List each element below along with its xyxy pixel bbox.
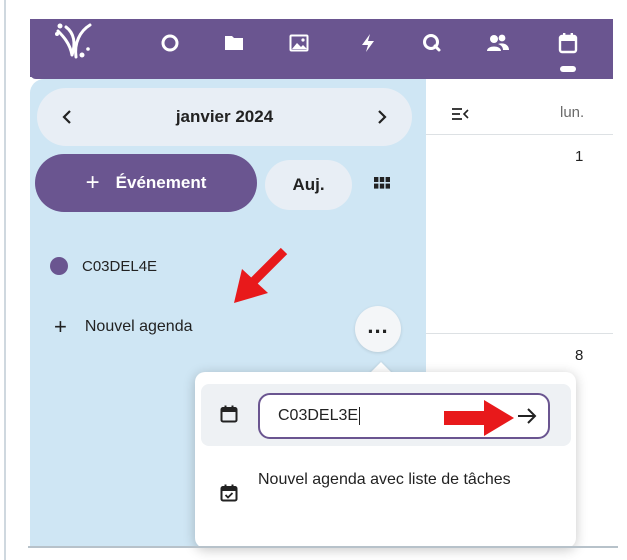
new-calendar-label: Nouvel agenda: [84, 318, 193, 335]
month-picker: janvier 2024: [37, 88, 412, 146]
window-edge: [4, 0, 6, 560]
submit-arrow-icon[interactable]: [514, 404, 540, 428]
today-label: Auj.: [292, 175, 325, 194]
day-number[interactable]: 8: [575, 347, 583, 364]
activity-icon[interactable]: [354, 29, 382, 57]
plus-icon: +: [85, 169, 100, 196]
window-bottom-edge: [28, 546, 618, 548]
contacts-icon[interactable]: [484, 29, 512, 57]
app-logo[interactable]: [52, 21, 98, 61]
toggle-sidebar-icon[interactable]: [451, 106, 469, 122]
grid-line: [426, 333, 613, 334]
more-dots-icon: ...: [367, 312, 389, 338]
dashboard-icon[interactable]: [156, 29, 184, 57]
new-event-label: Événement: [115, 173, 207, 192]
search-icon[interactable]: [418, 29, 446, 57]
new-calendar-actions-button[interactable]: ...: [355, 306, 401, 352]
grid-line: [426, 134, 613, 135]
text-cursor: [359, 407, 361, 425]
calendar-check-icon: [220, 484, 238, 502]
calendar-icon: [220, 405, 238, 423]
next-month-button[interactable]: [374, 109, 390, 125]
top-navigation-bar: [30, 19, 613, 77]
plus-icon: +: [54, 314, 67, 339]
files-icon[interactable]: [220, 29, 248, 57]
calendar-list-item[interactable]: C03DEL4E: [50, 252, 157, 280]
today-button[interactable]: Auj.: [265, 160, 352, 210]
calendar-name-input-value: C03DEL3E: [278, 407, 359, 424]
new-event-button[interactable]: + Événement: [35, 154, 257, 212]
new-calendar-item[interactable]: + Nouvel agenda: [54, 312, 193, 342]
annotation-arrow-icon: [444, 400, 514, 436]
day-header: lun.: [560, 104, 585, 121]
calendar-name: C03DEL4E: [82, 257, 158, 275]
previous-month-button[interactable]: [59, 109, 75, 125]
view-grid-icon[interactable]: [374, 176, 390, 189]
photos-icon[interactable]: [285, 29, 313, 57]
annotation-arrow-icon: [234, 247, 288, 303]
active-app-indicator: [560, 66, 576, 72]
day-number[interactable]: 1: [575, 148, 583, 165]
month-label[interactable]: janvier 2024: [176, 107, 273, 127]
app-window: janvier 2024 + Événement Auj. C03DEL4E +…: [0, 0, 627, 560]
new-calendar-with-tasks-option[interactable]: Nouvel agenda avec liste de tâches: [258, 467, 548, 493]
calendar-icon[interactable]: [554, 29, 582, 57]
calendar-color-dot[interactable]: [50, 257, 68, 275]
